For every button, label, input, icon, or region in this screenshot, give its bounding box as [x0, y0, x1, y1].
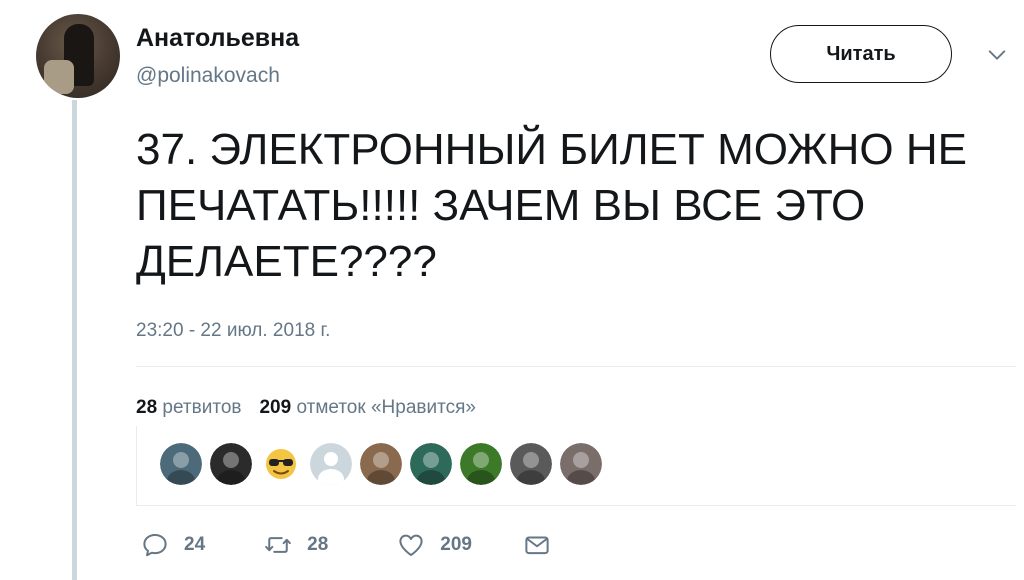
- retweets-count: 28: [136, 397, 158, 418]
- liker-avatar[interactable]: [510, 443, 552, 485]
- retweets-stat[interactable]: 28 ретвитов: [136, 397, 241, 418]
- like-count: 209: [440, 534, 472, 555]
- retweets-label: ретвитов: [162, 397, 242, 418]
- retweet-icon: [265, 537, 292, 553]
- timestamp[interactable]: 23:20 - 22 июл. 2018 г.: [136, 320, 330, 342]
- divider: [136, 366, 1016, 367]
- screen-name[interactable]: @polinakovach: [136, 64, 280, 88]
- chevron-down-icon[interactable]: [986, 44, 1008, 66]
- retweet-button[interactable]: 28: [263, 530, 328, 560]
- liker-avatar[interactable]: [160, 443, 202, 485]
- default-avatar-icon[interactable]: [310, 443, 352, 485]
- liker-avatar[interactable]: [560, 443, 602, 485]
- reply-icon: [143, 534, 167, 557]
- reply-count: 24: [184, 534, 206, 555]
- follow-button[interactable]: Читать: [770, 25, 952, 83]
- action-bar: 24 28 209: [140, 530, 552, 560]
- likes-count: 209: [259, 397, 292, 418]
- reply-button[interactable]: 24: [140, 530, 205, 560]
- likes-stat[interactable]: 209 отметок «Нравится»: [259, 397, 475, 418]
- likes-label: отметок «Нравится»: [296, 397, 476, 418]
- direct-message-button[interactable]: [522, 530, 552, 560]
- liker-avatar[interactable]: [360, 443, 402, 485]
- tweet-text: 37. ЭЛЕКТРОННЫЙ БИЛЕТ МОЖНО НЕ ПЕЧАТАТЬ!…: [136, 125, 967, 286]
- liker-avatar[interactable]: [210, 443, 252, 485]
- heart-icon: [399, 534, 423, 556]
- like-button[interactable]: 209: [396, 530, 472, 560]
- liker-avatar[interactable]: [410, 443, 452, 485]
- stats-row: 28 ретвитов 209 отметок «Нравится»: [136, 397, 476, 419]
- avatar[interactable]: [36, 14, 120, 98]
- liker-avatar[interactable]: [460, 443, 502, 485]
- display-name[interactable]: Анатольевна: [136, 24, 299, 53]
- sunglasses-emoji-icon[interactable]: [260, 443, 302, 485]
- envelope-icon: [525, 536, 549, 555]
- retweet-count: 28: [307, 534, 329, 555]
- thread-line: [72, 100, 77, 580]
- likers-list: [160, 443, 602, 485]
